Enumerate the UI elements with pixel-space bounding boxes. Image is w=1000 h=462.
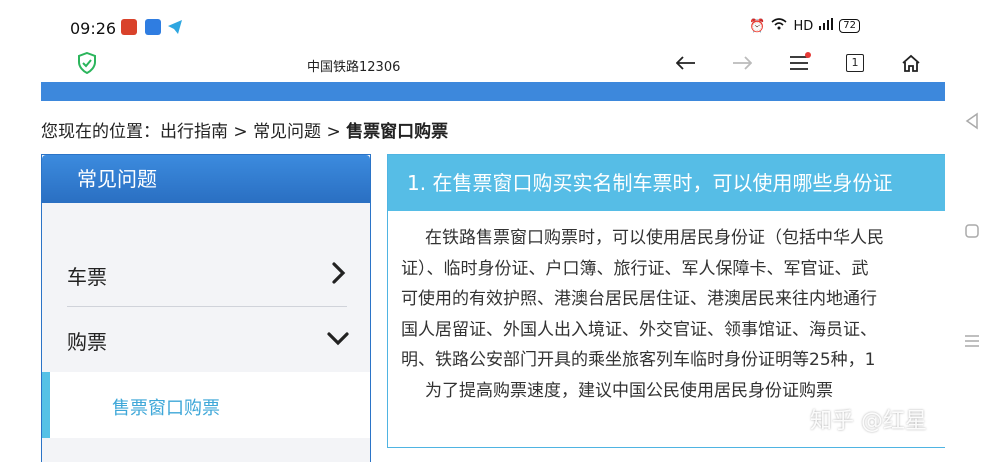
nav-recents-icon[interactable] bbox=[963, 332, 981, 350]
active-indicator bbox=[42, 372, 50, 438]
app-notification-icon bbox=[121, 19, 137, 35]
battery-icon: 72 bbox=[839, 19, 860, 33]
breadcrumb-item[interactable]: 常见问题 bbox=[253, 122, 321, 142]
browser-toolbar: 中国铁路12306 1 bbox=[0, 44, 945, 82]
breadcrumb-item[interactable]: 出行指南 bbox=[160, 122, 228, 142]
alarm-icon: ⏰ bbox=[749, 18, 766, 34]
breadcrumb: 您现在的位置：出行指南 > 常见问题 > 售票窗口购票 bbox=[41, 117, 448, 142]
sidebar-subitem-window-purchase[interactable]: 售票窗口购票 bbox=[42, 372, 370, 438]
telegram-notification-icon bbox=[167, 19, 183, 35]
tabs-button[interactable]: 1 bbox=[841, 50, 869, 76]
back-button[interactable] bbox=[672, 50, 700, 76]
menu-button[interactable] bbox=[785, 50, 813, 76]
notification-dot bbox=[805, 52, 811, 58]
network-type: HD bbox=[793, 18, 814, 34]
sidebar-item-label: 购票 bbox=[67, 330, 107, 354]
forward-button[interactable] bbox=[728, 50, 756, 76]
breadcrumb-separator: > bbox=[228, 122, 254, 142]
sidebar-item-tickets[interactable]: 车票 bbox=[42, 243, 370, 307]
system-icons: ⏰ HD 72 bbox=[749, 18, 860, 34]
answer-line: 国人居留证、外国人出入境证、外交官证、领事馆证、海员证、 bbox=[401, 319, 877, 340]
tabs-count: 1 bbox=[846, 54, 864, 72]
breadcrumb-prefix: 您现在的位置： bbox=[41, 122, 160, 142]
sidebar-item-purchase[interactable]: 购票 bbox=[42, 308, 370, 372]
sidebar-title: 常见问题 bbox=[42, 155, 370, 203]
signal-icon bbox=[819, 18, 834, 34]
chat-notification-icon bbox=[145, 19, 161, 35]
answer-line: 为了提高购票速度，建议中国公民使用居民身份证购票 bbox=[425, 380, 833, 401]
home-button[interactable] bbox=[897, 50, 925, 76]
breadcrumb-current: 售票窗口购票 bbox=[346, 122, 449, 142]
watermark: 知乎 @红星 bbox=[810, 409, 927, 434]
sidebar-subitem-label: 售票窗口购票 bbox=[112, 398, 220, 419]
status-time: 09:26 bbox=[70, 19, 117, 38]
system-nav-bar bbox=[945, 0, 1000, 461]
site-header-banner bbox=[41, 82, 945, 101]
breadcrumb-separator: > bbox=[321, 122, 347, 142]
answer-body: 在铁路售票窗口购票时，可以使用居民身份证（包括中华人民 证）、临时身份证、户口簿… bbox=[388, 211, 948, 406]
status-bar: 09:26 ⏰ HD 72 bbox=[0, 0, 945, 44]
wifi-icon bbox=[771, 18, 787, 34]
sidebar-subitem[interactable] bbox=[42, 438, 370, 462]
sidebar-item-label: 车票 bbox=[67, 265, 107, 289]
faq-sidebar: 常见问题 车票 购票 售票窗口购票 bbox=[41, 154, 371, 462]
answer-line: 可使用的有效护照、港澳台居民居住证、港澳居民来往内地通行 bbox=[401, 289, 877, 309]
nav-home-icon[interactable] bbox=[963, 222, 981, 240]
answer-line: 明、铁路公安部门开具的乘坐旅客列车临时身份证明等25种，1 bbox=[401, 350, 876, 370]
answer-line: 证）、临时身份证、户口簿、旅行证、军人保障卡、军官证、武 bbox=[401, 258, 869, 279]
question-title[interactable]: 1. 在售票窗口购买实名制车票时，可以使用哪些身份证 bbox=[388, 155, 948, 211]
security-shield-icon[interactable] bbox=[77, 51, 97, 75]
chevron-right-icon bbox=[324, 259, 352, 287]
page-title[interactable]: 中国铁路12306 bbox=[307, 56, 400, 75]
chevron-down-icon bbox=[324, 324, 352, 352]
answer-line: 在铁路售票窗口购票时，可以使用居民身份证（包括中华人民 bbox=[425, 228, 884, 248]
nav-back-icon[interactable] bbox=[963, 112, 981, 130]
sidebar-divider bbox=[67, 306, 347, 307]
